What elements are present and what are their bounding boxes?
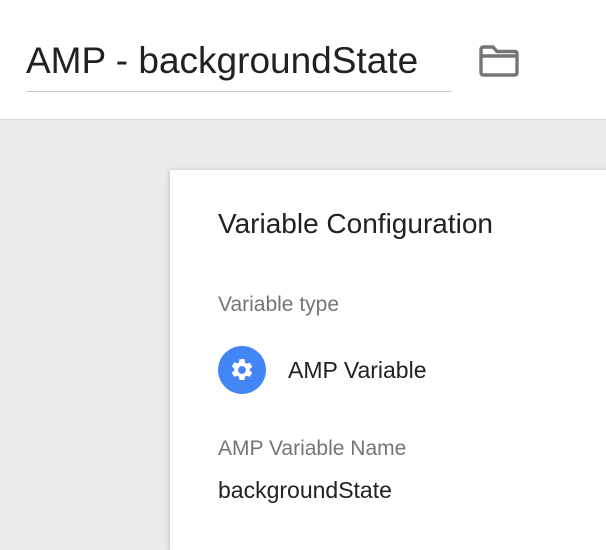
variable-type-icon-circle [218, 346, 266, 394]
variable-type-name: AMP Variable [288, 357, 427, 383]
variable-configuration-card[interactable]: Variable Configuration Variable type AMP… [170, 170, 606, 550]
amp-variable-name-value: backgroundState [218, 477, 392, 503]
header: AMP - backgroundState [0, 0, 606, 120]
gear-icon [231, 359, 253, 380]
variable-type-selector[interactable]: AMP Variable [218, 346, 427, 394]
variable-type-label: Variable type [218, 293, 340, 316]
amp-variable-name-label: AMP Variable Name [218, 437, 407, 460]
folder-button[interactable] [474, 40, 524, 82]
variable-name-field[interactable]: AMP - backgroundState [26, 36, 452, 92]
variable-name-text[interactable]: AMP - backgroundState [26, 38, 418, 84]
folder-icon [479, 45, 519, 77]
card-title: Variable Configuration [218, 208, 493, 239]
